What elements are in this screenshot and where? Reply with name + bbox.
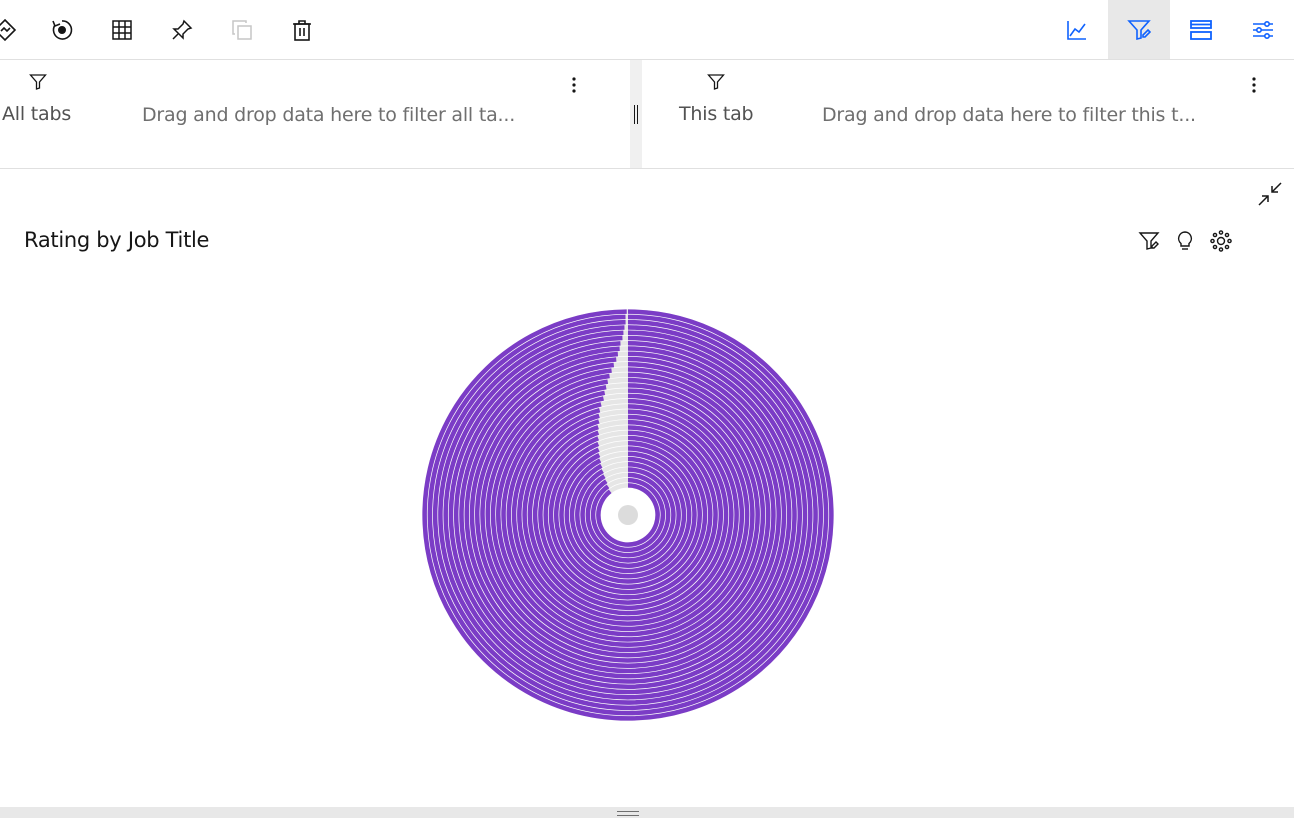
this-tab-overflow-menu[interactable] xyxy=(1244,75,1264,95)
filter-pane-splitter[interactable] xyxy=(630,60,642,168)
properties-icon xyxy=(1253,20,1273,39)
filters-panel-button[interactable] xyxy=(1108,0,1170,59)
widget-settings-button[interactable] xyxy=(1209,229,1233,253)
visualization-button[interactable] xyxy=(1047,0,1107,59)
filter-bar: All tabs Drag and drop data here to filt… xyxy=(0,60,1294,169)
all-tabs-filter-pane: All tabs Drag and drop data here to filt… xyxy=(0,60,630,168)
this-tab-label: This tab xyxy=(679,103,754,125)
duplicate-button[interactable] xyxy=(212,0,272,59)
minimize-icon xyxy=(1258,182,1282,206)
resize-handle-icon xyxy=(617,811,639,816)
all-tabs-overflow-menu[interactable] xyxy=(564,75,584,95)
filter-icon xyxy=(1138,232,1160,250)
filter-icon xyxy=(707,74,725,90)
explain-icon xyxy=(0,18,17,41)
pin-icon xyxy=(172,19,193,40)
splitter-grip-icon xyxy=(634,105,638,124)
delete-icon xyxy=(293,19,311,41)
undo-button[interactable] xyxy=(32,0,92,59)
delete-button[interactable] xyxy=(272,0,332,59)
settings-icon xyxy=(1210,230,1232,252)
overflow-menu-icon xyxy=(1252,77,1256,93)
fields-panel-button[interactable] xyxy=(1171,0,1231,59)
undo-icon xyxy=(52,19,73,40)
widget-title: Rating by Job Title xyxy=(24,228,210,252)
visualization-icon xyxy=(1067,20,1086,40)
duplicate-icon xyxy=(232,19,252,40)
all-tabs-drop-zone[interactable]: Drag and drop data here to filter all ta… xyxy=(142,104,515,126)
table-view-button[interactable] xyxy=(92,0,152,59)
radial-bar-chart[interactable] xyxy=(410,300,846,730)
all-tabs-label: All tabs xyxy=(2,103,72,125)
overflow-menu-icon xyxy=(572,77,576,93)
chart-center-dot xyxy=(618,505,638,525)
widget-filter-button[interactable] xyxy=(1137,229,1161,253)
insights-button[interactable] xyxy=(1173,229,1197,253)
explain-button[interactable] xyxy=(0,0,35,59)
this-tab-drop-zone[interactable]: Drag and drop data here to filter this t… xyxy=(822,104,1196,126)
toolbar xyxy=(0,0,1294,60)
table-icon xyxy=(112,19,132,40)
properties-panel-button[interactable] xyxy=(1233,0,1293,59)
filter-icon xyxy=(29,74,47,90)
this-tab-filter-pane: This tab Drag and drop data here to filt… xyxy=(642,60,1294,168)
pin-button[interactable] xyxy=(152,0,212,59)
insights-bulb-icon xyxy=(1177,231,1193,250)
collapse-widget-button[interactable] xyxy=(1256,180,1284,208)
filters-icon xyxy=(1127,19,1151,40)
fields-icon xyxy=(1190,19,1212,40)
panel-resize-bar[interactable] xyxy=(0,807,1294,818)
